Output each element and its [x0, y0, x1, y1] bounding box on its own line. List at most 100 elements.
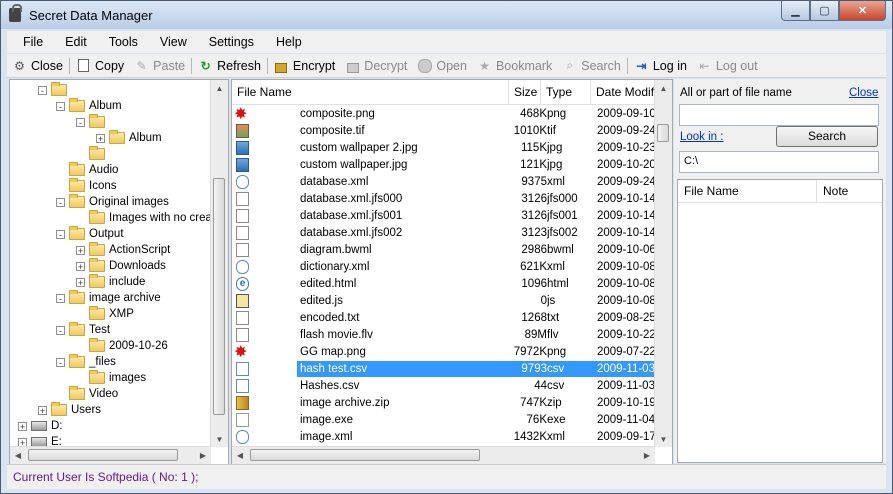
scroll-up-icon[interactable]: ▲: [211, 80, 228, 96]
file-row[interactable]: encoded.txt 1268 txt 2009-08-25: [232, 310, 656, 326]
tree-folder-item[interactable]: - Album: [56, 98, 122, 114]
menu-view[interactable]: View: [149, 35, 198, 49]
tree-folder-item[interactable]: - image archive: [56, 290, 161, 306]
scroll-left-icon[interactable]: ◀: [10, 447, 26, 463]
close-window-button[interactable]: ✕: [839, 1, 886, 21]
file-name-input[interactable]: [679, 104, 879, 126]
look-in-input[interactable]: C:\: [679, 151, 879, 173]
file-row[interactable]: hash test.csv 9793 csv 2009-11-03: [232, 361, 656, 377]
results-column-file-name[interactable]: File Name: [678, 180, 817, 202]
encrypt-button[interactable]: Encrypt: [269, 55, 340, 77]
file-row[interactable]: e edited.html 1096 html 2009-10-08: [232, 276, 656, 292]
maximize-button[interactable]: ▢: [810, 1, 839, 21]
scroll-left-icon[interactable]: ◀: [232, 447, 248, 463]
file-row[interactable]: image archive.zip 747K zip 2009-10-19: [232, 395, 656, 411]
tree-folder-item[interactable]: - Test: [56, 322, 110, 338]
bookmark-button[interactable]: ★ Bookmark: [472, 55, 557, 77]
column-date[interactable]: Date Modifie: [591, 80, 656, 104]
scroll-up-icon[interactable]: ▲: [655, 80, 672, 96]
expand-icon[interactable]: +: [76, 261, 85, 271]
login-button[interactable]: ⇥ Log in: [629, 55, 692, 77]
tree-folder-item[interactable]: images: [76, 370, 146, 386]
file-row[interactable]: edited.js 0 js 2009-10-08: [232, 293, 656, 309]
tree-scroll-thumb[interactable]: [213, 178, 225, 415]
collapse-icon[interactable]: -: [76, 117, 85, 127]
file-row[interactable]: custom wallpaper.jpg 121K jpg 2009-10-20: [232, 157, 656, 173]
file-row[interactable]: database.xml 9375 xml 2009-09-24: [232, 174, 656, 190]
tree-folder-item[interactable]: - Output: [56, 226, 124, 242]
expand-icon[interactable]: +: [76, 245, 85, 255]
logout-button[interactable]: ⇤ Log out: [692, 55, 763, 77]
expand-icon[interactable]: +: [96, 133, 105, 143]
file-row[interactable]: database.xml.jfs002 3123 jfs002 2009-10-14: [232, 225, 656, 241]
collapse-icon[interactable]: -: [56, 101, 65, 111]
tree-folder-item[interactable]: - _files: [56, 354, 116, 370]
file-row[interactable]: database.xml.jfs000 3126 jfs000 2009-10-14: [232, 191, 656, 207]
column-size[interactable]: Size: [509, 80, 541, 104]
tree-folder-item[interactable]: + Users: [38, 402, 101, 418]
tree-folder-item[interactable]: [76, 146, 109, 162]
tree-horizontal-scrollbar[interactable]: ◀ ▶: [10, 446, 211, 464]
file-row[interactable]: database.xml.jfs001 3126 jfs001 2009-10-14: [232, 208, 656, 224]
minimize-button[interactable]: ▁: [781, 1, 810, 21]
collapse-icon[interactable]: -: [56, 293, 65, 303]
scroll-down-icon[interactable]: ▼: [655, 431, 672, 447]
collapse-icon[interactable]: -: [56, 325, 65, 335]
collapse-icon[interactable]: -: [56, 357, 65, 367]
file-row[interactable]: composite.png 468Kpng 2009-09-10: [232, 104, 656, 124]
file-row[interactable]: image.exe 76K exe 2009-11-04: [232, 412, 656, 428]
tree-folder-item[interactable]: Audio: [56, 162, 118, 178]
collapse-icon[interactable]: -: [38, 85, 47, 95]
tree-folder-item[interactable]: Video: [56, 386, 118, 402]
tree-vertical-scrollbar[interactable]: ▲ ▼: [210, 80, 228, 447]
search-button[interactable]: ⌕ Search: [557, 55, 626, 77]
tree-folder-item[interactable]: + include: [76, 274, 145, 290]
file-row[interactable]: Hashes.csv 44 csv 2009-11-03: [232, 378, 656, 394]
scroll-down-icon[interactable]: ▼: [211, 431, 228, 447]
open-button[interactable]: Open: [412, 55, 472, 77]
filelist-scroll-thumb[interactable]: [657, 124, 669, 142]
search-submit-button[interactable]: Search: [776, 126, 878, 147]
tree-folder-item[interactable]: Icons: [56, 178, 117, 194]
tree-folder-item[interactable]: + ActionScript: [76, 242, 170, 258]
menu-edit[interactable]: Edit: [54, 35, 98, 49]
tree-hscroll-thumb[interactable]: [28, 449, 178, 461]
file-row[interactable]: image.xml 1432K xml 2009-09-17: [232, 429, 656, 445]
tree-folder-item[interactable]: XMP: [76, 306, 134, 322]
expand-icon[interactable]: +: [38, 405, 47, 415]
refresh-button[interactable]: ↻ Refresh: [193, 55, 266, 77]
tree-drive-item[interactable]: + D:: [18, 418, 63, 434]
file-row[interactable]: composite.tif 1010K tif 2009-09-24: [232, 123, 656, 139]
expand-icon[interactable]: +: [76, 277, 85, 287]
file-row[interactable]: custom wallpaper 2.jpg 115K jpg 2009-10-23: [232, 140, 656, 156]
filelist-horizontal-scrollbar[interactable]: ◀ ▶: [232, 446, 655, 464]
tree-folder-item[interactable]: + Downloads: [76, 258, 166, 274]
filelist-hscroll-thumb[interactable]: [250, 449, 480, 461]
tree-folder-item[interactable]: Images with no creat: [76, 210, 215, 226]
file-row[interactable]: GG map.png 7972Kpng 2009-07-22: [232, 342, 656, 362]
close-search-link[interactable]: Close: [849, 87, 878, 99]
search-results-list[interactable]: File Name Note: [677, 179, 883, 463]
tree-folder-item[interactable]: -: [38, 82, 71, 98]
folder-tree[interactable]: - - Album - + Album Audio Icons - Original images…: [9, 79, 229, 465]
menu-help[interactable]: Help: [265, 35, 313, 49]
decrypt-button[interactable]: Decrypt: [340, 55, 412, 77]
menu-file[interactable]: File: [7, 35, 54, 49]
filelist-vertical-scrollbar[interactable]: ▲ ▼: [654, 80, 672, 447]
expand-icon[interactable]: +: [18, 421, 27, 431]
column-type[interactable]: Type: [541, 80, 591, 104]
file-row[interactable]: diagram.bwml 2986 bwml 2009-10-06: [232, 242, 656, 258]
paste-button[interactable]: ✎ Paste: [129, 55, 190, 77]
menu-settings[interactable]: Settings: [198, 35, 265, 49]
file-row[interactable]: dictionary.xml 621K xml 2009-10-08: [232, 259, 656, 275]
look-in-link[interactable]: Look in :: [680, 131, 723, 143]
scroll-right-icon[interactable]: ▶: [639, 447, 655, 463]
tree-folder-item[interactable]: -: [76, 114, 109, 130]
copy-button[interactable]: Copy: [71, 55, 129, 77]
file-row[interactable]: flash movie.flv 89M flv 2009-10-22: [232, 327, 656, 343]
close-button[interactable]: ⚙ Close: [7, 55, 68, 77]
tree-folder-item[interactable]: + Album: [96, 130, 162, 146]
collapse-icon[interactable]: -: [56, 229, 65, 239]
file-list[interactable]: File Name Size Type Date Modifie composi…: [231, 79, 673, 465]
collapse-icon[interactable]: -: [56, 197, 65, 207]
